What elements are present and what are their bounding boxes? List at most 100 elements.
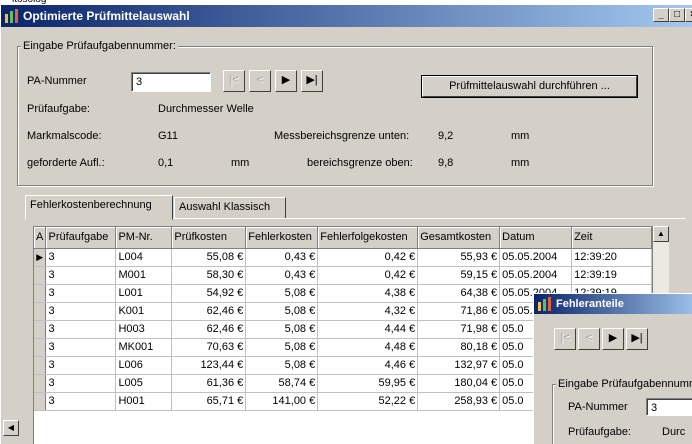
table-cell: 4,44 € <box>317 320 419 339</box>
column-header[interactable]: Prüfaufgabe <box>45 227 117 249</box>
table-cell: 132,97 € <box>417 356 501 375</box>
table-cell: 05.05.2004 <box>499 248 573 267</box>
table-cell: 54,92 € <box>171 284 247 303</box>
current-row-indicator-icon[interactable]: ▶ <box>34 248 47 267</box>
table-row[interactable]: 3 M001 58,30 €0,43 €0,42 €59,15 €05.05.200… <box>34 266 652 285</box>
table-cell: 59,15 € <box>417 266 501 285</box>
column-header[interactable]: Datum <box>499 227 573 249</box>
messbereich-oben-label: bereichsgrenze oben: <box>307 157 413 169</box>
row-selector[interactable] <box>34 320 47 339</box>
sub-title-bar[interactable]: Fehleranteile <box>534 294 692 314</box>
fehleranteile-window: Fehleranteile |< < ▶ ▶| Eingabe Prüfaufg… <box>533 293 692 444</box>
sub-nav-prev-button[interactable]: < <box>578 328 600 350</box>
table-cell: 64,38 € <box>417 284 501 303</box>
sub-pa-number-input[interactable]: 3 <box>646 398 692 416</box>
row-selector[interactable] <box>34 338 47 357</box>
table-cell: 3 <box>45 266 117 285</box>
minimize-button[interactable]: _ <box>653 8 669 22</box>
sub-group-legend: Eingabe Prüfaufgabennumm <box>556 378 692 390</box>
table-cell: 12:39:19 <box>571 266 652 285</box>
table-cell: L004 <box>115 248 173 267</box>
messbereich-oben-unit: mm <box>511 157 530 169</box>
messbereich-unten-value: 9,2 <box>438 130 454 142</box>
run-selection-button[interactable]: Prüfmittelauswahl durchführen ... <box>421 75 638 98</box>
scroll-up-arrow[interactable]: ▲ <box>653 226 669 242</box>
nav-prev-button[interactable]: < <box>249 70 271 92</box>
column-header[interactable]: Gesamtkosten <box>417 227 501 249</box>
sub-window-title: Fehleranteile <box>556 298 624 310</box>
horizontal-scrollbar[interactable]: ◀ <box>1 420 27 436</box>
table-cell: L001 <box>115 284 173 303</box>
table-cell: H001 <box>115 392 173 411</box>
input-group-legend: Eingabe Prüfaufgabennummer: <box>21 40 178 52</box>
aufloesung-unit: mm <box>231 157 250 169</box>
title-bar[interactable]: Optimierte Prüfmittelauswahl _ □ × <box>1 5 692 27</box>
nav-last-button[interactable]: ▶| <box>301 70 323 92</box>
sub-pruefaufgabe-value: Durc <box>662 426 686 438</box>
table-cell: 0,42 € <box>317 266 419 285</box>
table-cell: 61,36 € <box>171 374 247 393</box>
window-title: Optimierte Prüfmittelauswahl <box>23 9 190 23</box>
close-button[interactable]: × <box>685 8 692 22</box>
table-cell: M001 <box>115 266 173 285</box>
table-cell: 55,08 € <box>171 248 247 267</box>
scroll-left-arrow[interactable]: ◀ <box>3 420 19 436</box>
table-cell: 3 <box>45 302 117 321</box>
table-cell: 71,98 € <box>417 320 501 339</box>
table-cell: 258,93 € <box>417 392 501 411</box>
table-cell: 55,93 € <box>417 248 501 267</box>
sub-nav-next-button[interactable]: ▶ <box>602 328 624 350</box>
column-header[interactable]: Zeit <box>571 227 652 249</box>
table-cell: 141,00 € <box>245 392 319 411</box>
nav-first-button[interactable]: |< <box>223 70 245 92</box>
table-cell: 71,86 € <box>417 302 501 321</box>
tab-fehlerkosten[interactable]: Fehlerkostenberechnung <box>25 195 173 220</box>
table-cell: 80,18 € <box>417 338 501 357</box>
table-cell: 5,08 € <box>245 356 319 375</box>
table-cell: 70,63 € <box>171 338 247 357</box>
column-header[interactable]: PM-Nr. <box>115 227 173 249</box>
table-cell: 62,46 € <box>171 302 247 321</box>
table-cell: 58,74 € <box>245 374 319 393</box>
table-cell: L005 <box>115 374 173 393</box>
row-selector[interactable] <box>34 392 47 411</box>
sub-pruefaufgabe-label: Prüfaufgabe: <box>568 426 631 438</box>
pruefaufgabe-value: Durchmesser Welle <box>158 103 254 115</box>
table-cell: 3 <box>45 320 117 339</box>
table-cell: H003 <box>115 320 173 339</box>
messbereich-unten-label: Messbereichsgrenze unten: <box>274 130 410 142</box>
pa-number-label: PA-Nummer <box>27 75 87 87</box>
table-cell: 62,46 € <box>171 320 247 339</box>
row-selector[interactable] <box>34 302 47 321</box>
column-header[interactable]: A <box>34 227 47 249</box>
maximize-button[interactable]: □ <box>669 8 685 22</box>
table-cell: 05.05.2004 <box>499 266 573 285</box>
table-cell: 3 <box>45 338 117 357</box>
row-selector[interactable] <box>34 266 47 285</box>
nav-next-button[interactable]: ▶ <box>275 70 297 92</box>
column-header[interactable]: Prüfkosten <box>171 227 247 249</box>
row-selector[interactable] <box>34 374 47 393</box>
sub-nav-last-button[interactable]: ▶| <box>626 328 648 350</box>
table-cell: 123,44 € <box>171 356 247 375</box>
tab-auswahl-klassisch[interactable]: Auswahl Klassisch <box>174 197 286 219</box>
table-cell: 65,71 € <box>171 392 247 411</box>
column-header[interactable]: Fehlerfolgekosten <box>317 227 419 249</box>
table-cell: 180,04 € <box>417 374 501 393</box>
table-cell: 5,08 € <box>245 302 319 321</box>
table-cell: 0,43 € <box>245 248 319 267</box>
table-cell: 52,22 € <box>317 392 419 411</box>
column-header[interactable]: Fehlerkosten <box>245 227 319 249</box>
pruefaufgabe-label: Prüfaufgabe: <box>27 103 90 115</box>
table-row[interactable]: ▶ 3 L004 55,08 €0,43 €0,42 €55,93 €05.05.20… <box>34 248 652 267</box>
row-selector[interactable] <box>34 284 47 303</box>
sub-nav-first-button[interactable]: |< <box>554 328 576 350</box>
table-cell: K001 <box>115 302 173 321</box>
row-selector[interactable] <box>34 356 47 375</box>
table-cell: 5,08 € <box>245 320 319 339</box>
table-cell: 3 <box>45 392 117 411</box>
merkmalscode-value: G11 <box>158 130 178 142</box>
pa-number-input[interactable]: 3 <box>131 72 211 92</box>
grid-header-row: A Prüfaufgabe PM-Nr. Prüfkosten Fehlerkosten… <box>34 227 652 249</box>
table-cell: 3 <box>45 356 117 375</box>
